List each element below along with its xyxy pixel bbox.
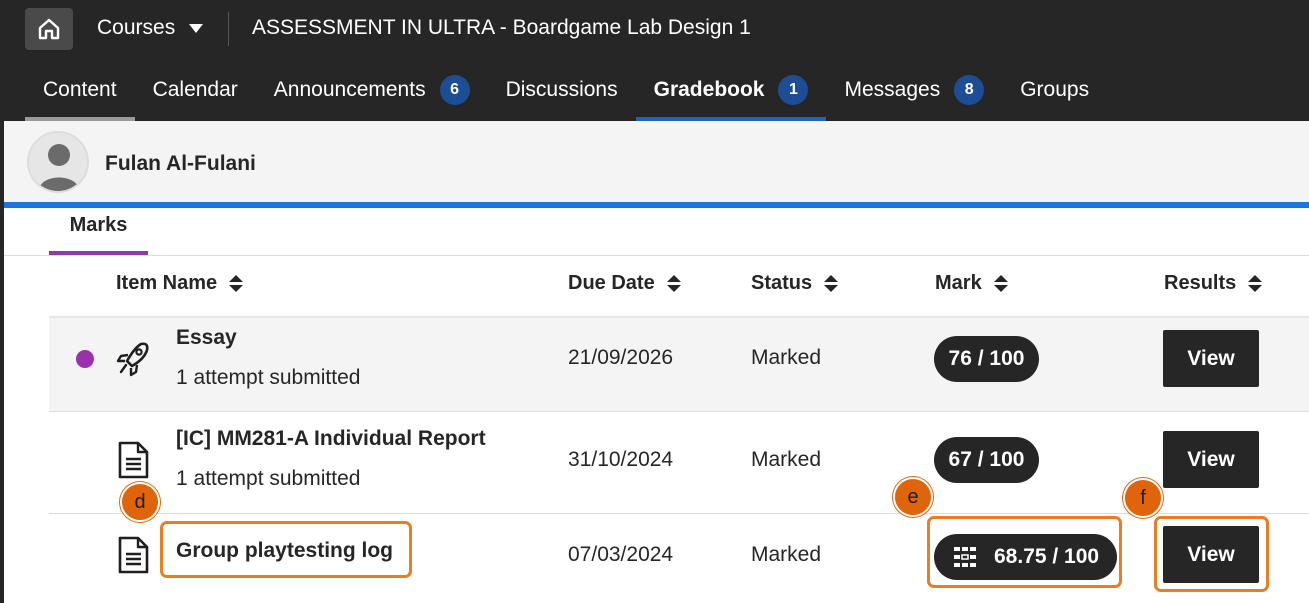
sort-icon	[229, 275, 244, 292]
table-row: [IC] MM281-A Individual Report 1 attempt…	[49, 411, 1309, 513]
due-date: 21/09/2026	[568, 346, 674, 369]
tab-gradebook[interactable]: Gradebook 1	[635, 58, 827, 121]
announcements-count-badge: 6	[439, 74, 470, 105]
due-date: 07/03/2024	[568, 543, 674, 566]
student-name: Fulan Al-Fulani	[105, 152, 256, 175]
sort-icon	[993, 275, 1008, 292]
document-icon	[118, 536, 149, 574]
callout-e: e	[893, 477, 933, 517]
status: Marked	[751, 543, 822, 566]
tab-marks-label: Marks	[69, 214, 128, 236]
courses-menu[interactable]: Courses	[97, 16, 204, 40]
sort-icon	[824, 275, 839, 292]
home-button[interactable]	[25, 8, 73, 50]
highlight-view-button	[1154, 516, 1269, 592]
course-tabs: Content Calendar Announcements 6 Discussi…	[25, 58, 1107, 121]
person-icon	[39, 144, 79, 191]
highlight-mark	[927, 516, 1122, 588]
divider	[4, 255, 1309, 256]
tab-content[interactable]: Content	[25, 58, 135, 121]
tab-label: Gradebook	[653, 77, 765, 101]
avatar	[27, 131, 89, 193]
student-header: Fulan Al-Fulani	[4, 121, 1309, 202]
column-header-mark[interactable]: Mark	[935, 272, 1008, 295]
status: Marked	[751, 346, 822, 369]
tab-label: Announcements	[273, 77, 426, 101]
courses-label: Courses	[97, 16, 176, 39]
callout-d: d	[120, 482, 160, 522]
header-divider	[228, 12, 229, 46]
top-navigation-bar: Courses ASSESSMENT IN ULTRA - Boardgame …	[0, 0, 1309, 121]
mark-pill: 76 / 100	[934, 336, 1039, 382]
gradebook-count-badge: 1	[778, 74, 809, 105]
tab-label: Content	[43, 77, 117, 101]
column-label: Item Name	[116, 272, 218, 294]
column-label: Results	[1164, 272, 1237, 294]
attempt-status: 1 attempt submitted	[176, 467, 361, 490]
tab-label: Groups	[1020, 77, 1090, 101]
home-icon	[38, 18, 60, 40]
document-icon	[118, 441, 149, 479]
new-item-dot	[76, 350, 94, 368]
column-header-due-date[interactable]: Due Date	[568, 272, 681, 295]
sort-icon	[1248, 275, 1263, 292]
tab-groups[interactable]: Groups	[1002, 58, 1107, 121]
header-accent-line	[4, 202, 1309, 208]
attempt-status: 1 attempt submitted	[176, 366, 361, 389]
callout-f: f	[1123, 478, 1163, 518]
tab-messages[interactable]: Messages 8	[826, 58, 1002, 121]
column-label: Status	[751, 272, 813, 294]
column-label: Mark	[935, 272, 982, 294]
column-header-status[interactable]: Status	[751, 272, 839, 295]
tab-label: Messages	[844, 77, 941, 101]
tab-label: Calendar	[152, 77, 238, 101]
view-results-button[interactable]: View	[1163, 431, 1259, 488]
due-date: 31/10/2024	[568, 448, 674, 471]
caret-down-icon	[189, 23, 204, 33]
tab-label: Discussions	[505, 77, 618, 101]
rocket-icon	[116, 342, 149, 377]
course-title: ASSESSMENT IN ULTRA - Boardgame Lab Desi…	[252, 16, 751, 39]
mark-pill: 67 / 100	[934, 437, 1039, 483]
view-results-button[interactable]: View	[1163, 330, 1259, 387]
tab-discussions[interactable]: Discussions	[488, 58, 636, 121]
table-row: Essay 1 attempt submitted 21/09/2026 Mar…	[49, 316, 1309, 411]
sort-icon	[666, 275, 681, 292]
column-header-item-name[interactable]: Item Name	[116, 272, 244, 295]
status: Marked	[751, 448, 822, 471]
column-label: Due Date	[568, 272, 655, 294]
highlight-item-name	[160, 521, 412, 578]
item-title-link[interactable]: Essay	[176, 326, 237, 350]
tab-announcements[interactable]: Announcements 6	[256, 58, 488, 121]
tab-calendar[interactable]: Calendar	[135, 58, 256, 121]
column-header-results[interactable]: Results	[1164, 272, 1263, 295]
messages-count-badge: 8	[954, 74, 985, 105]
item-title-link[interactable]: [IC] MM281-A Individual Report	[176, 427, 486, 451]
tab-marks[interactable]: Marks	[49, 210, 148, 255]
